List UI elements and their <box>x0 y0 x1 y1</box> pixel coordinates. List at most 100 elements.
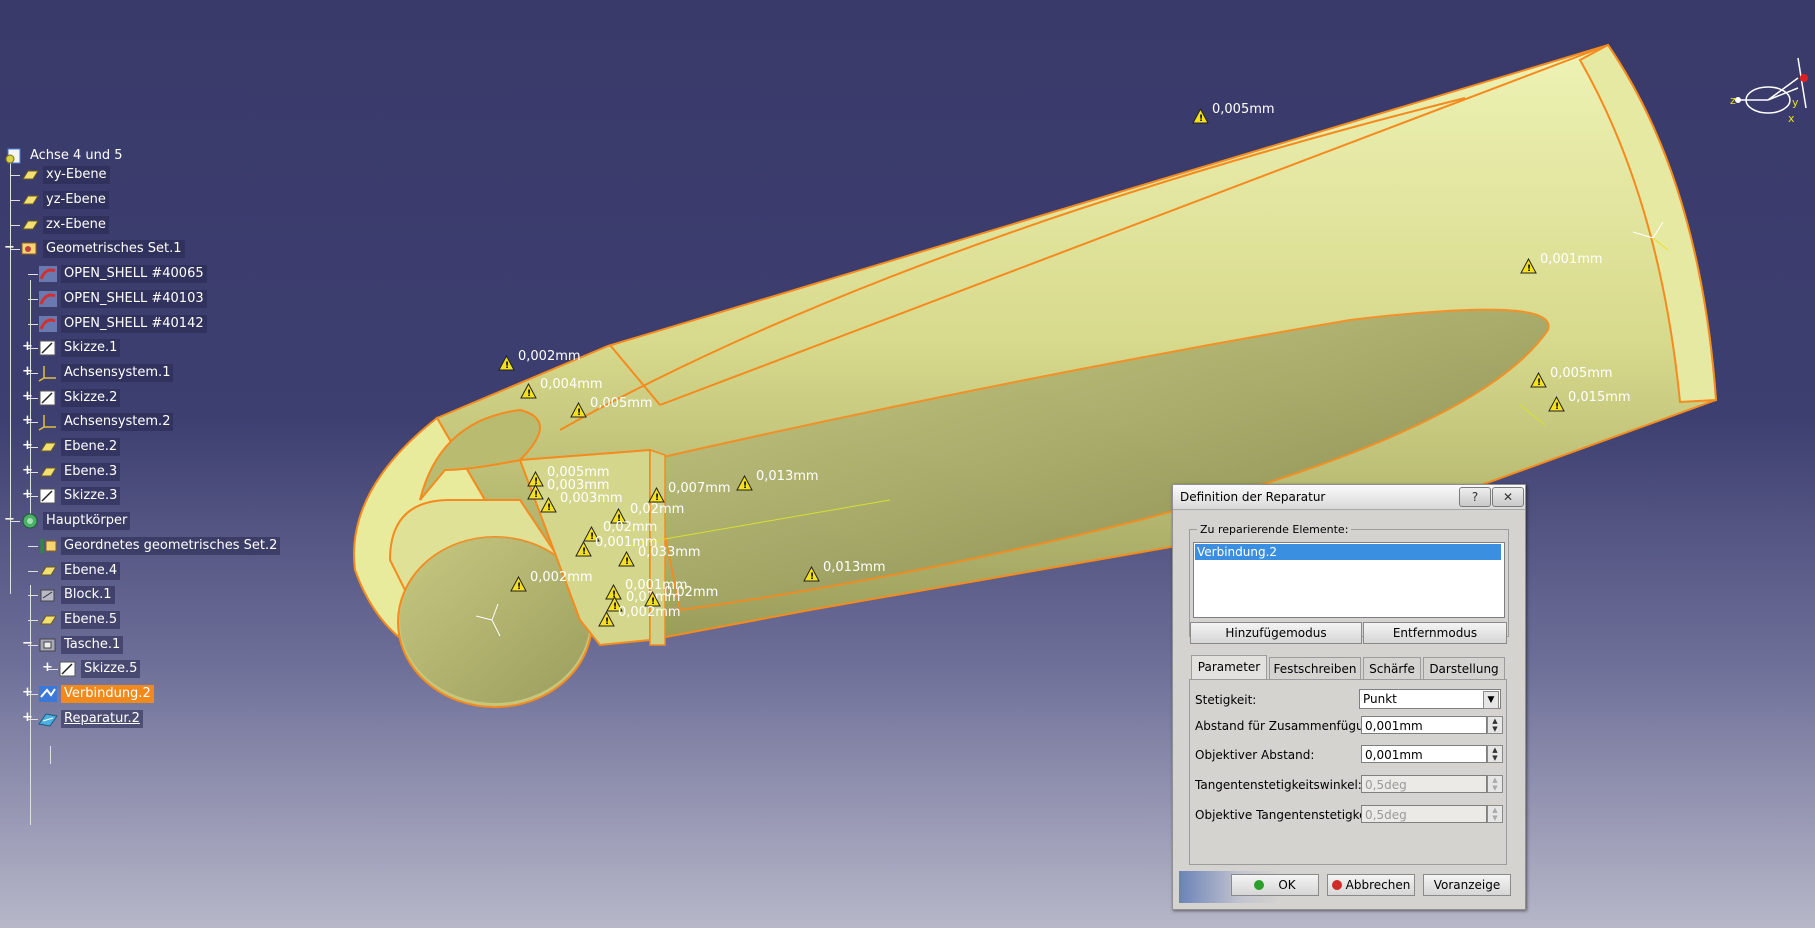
specification-tree[interactable]: Achse 4 und 5 xy-Ebene yz-Ebene zx-Ebene Ge… <box>0 140 300 830</box>
healing-definition-dialog[interactable]: Definition der Reparatur ? ✕ Zu reparier… <box>1172 484 1526 910</box>
add-mode-button[interactable]: Hinzufügemodus <box>1190 622 1362 644</box>
expand-icon[interactable]: + <box>22 686 33 699</box>
deviation-label: 0,005mm <box>1550 366 1613 381</box>
warning-icon[interactable]: ! <box>510 575 527 592</box>
warning-icon[interactable]: ! <box>498 354 515 371</box>
tree-item-tasche-1[interactable]: Tasche.1 <box>38 635 124 655</box>
expand-icon[interactable]: + <box>22 340 33 353</box>
warning-icon[interactable]: ! <box>1548 395 1565 412</box>
tree-item-label[interactable]: Skizze.1 <box>61 339 121 357</box>
tree-item-skizze-3[interactable]: Skizze.3 <box>38 486 121 506</box>
tree-item-label[interactable]: yz-Ebene <box>43 191 109 209</box>
tree-item-zx-ebene[interactable]: zx-Ebene <box>20 215 109 235</box>
compass-widget[interactable]: z y x <box>1728 48 1808 128</box>
tree-item-ebene-3[interactable]: Ebene.3 <box>38 462 121 482</box>
warning-icon[interactable]: ! <box>648 486 665 503</box>
dialog-title-bar[interactable]: Definition der Reparatur ? ✕ <box>1173 485 1525 510</box>
expand-icon[interactable]: + <box>22 414 33 427</box>
dropdown-arrow-icon[interactable]: ▼ <box>1483 691 1499 709</box>
tree-item-label[interactable]: Ebene.4 <box>61 562 121 580</box>
tree-item-ebene-4[interactable]: Ebene.4 <box>38 561 121 581</box>
tree-item-label[interactable]: xy-Ebene <box>43 166 110 184</box>
tree-item-label[interactable]: Tasche.1 <box>61 636 124 654</box>
warning-icon[interactable]: ! <box>520 382 537 399</box>
cancel-button[interactable]: Abbrechen <box>1327 874 1415 896</box>
tree-item-yz-ebene[interactable]: yz-Ebene <box>20 190 109 210</box>
help-button[interactable]: ? <box>1459 487 1491 507</box>
collapse-icon[interactable]: − <box>22 637 33 650</box>
tree-item-xy-ebene[interactable]: xy-Ebene <box>20 165 110 185</box>
tree-item-label[interactable]: Reparatur.2 <box>61 710 143 728</box>
tree-item-verbindung-2[interactable]: Verbindung.2 <box>38 684 154 704</box>
tree-item-label[interactable]: zx-Ebene <box>43 216 109 234</box>
tree-item-label[interactable]: OPEN_SHELL #40142 <box>61 315 207 333</box>
expand-icon[interactable]: + <box>22 390 33 403</box>
tree-item-achsensystem-2[interactable]: Achsensystem.2 <box>38 412 174 432</box>
tree-item-geordnetes-geometrisches-set-2[interactable]: Geordnetes geometrisches Set.2 <box>38 536 281 556</box>
expand-icon[interactable]: + <box>22 464 33 477</box>
tree-item-skizze-1[interactable]: Skizze.1 <box>38 338 121 358</box>
tab-darstellung[interactable]: Darstellung <box>1423 657 1505 680</box>
tree-item-label[interactable]: Skizze.3 <box>61 487 121 505</box>
continuity-select[interactable]: Punkt ▼ <box>1359 689 1501 709</box>
tree-item-reparatur-2[interactable]: Reparatur.2 <box>38 709 143 729</box>
tab-festschreiben[interactable]: Festschreiben <box>1269 657 1361 680</box>
merge-distance-field[interactable]: 0,001mm <box>1361 716 1487 734</box>
tab-schaerfe[interactable]: Schärfe <box>1363 657 1421 680</box>
target-distance-field[interactable]: 0,001mm <box>1361 745 1487 763</box>
tree-item-block-1[interactable]: Block.1 <box>38 585 115 605</box>
tree-item-hauptkörper[interactable]: Hauptkörper <box>20 511 131 531</box>
warning-icon[interactable]: ! <box>598 610 615 627</box>
tree-item-label[interactable]: Geometrisches Set.1 <box>43 240 185 258</box>
tree-item-open-shell-40142[interactable]: OPEN_SHELL #40142 <box>38 314 207 334</box>
target-distance-stepper[interactable]: ▲ ▼ <box>1487 745 1503 763</box>
ok-button[interactable]: OK <box>1231 874 1319 896</box>
warning-icon[interactable]: ! <box>1530 371 1547 388</box>
tree-item-label[interactable]: OPEN_SHELL #40103 <box>61 290 207 308</box>
tree-item-geometrisches-set-1[interactable]: Geometrisches Set.1 <box>20 239 185 259</box>
collapse-icon[interactable]: − <box>4 513 15 526</box>
tree-item-label[interactable]: Ebene.3 <box>61 463 121 481</box>
collapse-icon[interactable]: − <box>4 241 15 254</box>
tree-item-label[interactable]: OPEN_SHELL #40065 <box>61 265 207 283</box>
expand-icon[interactable]: + <box>22 365 33 378</box>
merge-distance-stepper[interactable]: ▲ ▼ <box>1487 716 1503 734</box>
tree-item-ebene-2[interactable]: Ebene.2 <box>38 437 121 457</box>
tree-item-label[interactable]: Hauptkörper <box>43 512 131 530</box>
tree-item-ebene-5[interactable]: Ebene.5 <box>38 610 121 630</box>
warning-icon[interactable]: ! <box>803 565 820 582</box>
tree-item-achsensystem-1[interactable]: Achsensystem.1 <box>38 363 174 383</box>
elements-list[interactable]: Verbindung.2 <box>1193 542 1505 618</box>
tree-item-label[interactable]: Ebene.5 <box>61 611 121 629</box>
warning-icon[interactable]: ! <box>1192 107 1209 124</box>
expand-icon[interactable]: + <box>22 488 33 501</box>
tree-item-label[interactable]: Achsensystem.1 <box>61 364 174 382</box>
tree-item-open-shell-40065[interactable]: OPEN_SHELL #40065 <box>38 264 207 284</box>
tree-item-label[interactable]: Skizze.5 <box>81 660 141 678</box>
close-button[interactable]: ✕ <box>1492 487 1524 507</box>
tree-item-label[interactable]: Ebene.2 <box>61 438 121 456</box>
expand-icon[interactable]: + <box>22 439 33 452</box>
warning-icon[interactable]: ! <box>540 496 557 513</box>
tree-item-label[interactable]: Block.1 <box>61 586 115 604</box>
tab-parameter[interactable]: Parameter <box>1191 655 1267 680</box>
tree-root-label[interactable]: Achse 4 und 5 <box>27 147 126 165</box>
tree-item-label[interactable]: Achsensystem.2 <box>61 413 174 431</box>
tree-item-label[interactable]: Skizze.2 <box>61 389 121 407</box>
warning-icon[interactable]: ! <box>570 401 587 418</box>
remove-mode-button[interactable]: Entfernmodus <box>1363 622 1507 644</box>
tree-item-label[interactable]: Verbindung.2 <box>61 685 154 703</box>
warning-icon[interactable]: ! <box>618 550 635 567</box>
warning-icon[interactable]: ! <box>575 540 592 557</box>
expand-icon[interactable]: + <box>42 661 53 674</box>
preview-button[interactable]: Voranzeige <box>1423 874 1511 896</box>
expand-icon[interactable]: + <box>22 711 33 724</box>
tree-item-skizze-2[interactable]: Skizze.2 <box>38 388 121 408</box>
warning-icon[interactable]: ! <box>736 474 753 491</box>
list-item[interactable]: Verbindung.2 <box>1195 544 1501 560</box>
tree-item-skizze-5[interactable]: Skizze.5 <box>58 659 141 679</box>
tree-item-open-shell-40103[interactable]: OPEN_SHELL #40103 <box>38 289 207 309</box>
tree-root[interactable]: Achse 4 und 5 <box>4 146 126 166</box>
tree-item-label[interactable]: Geordnetes geometrisches Set.2 <box>61 537 281 555</box>
warning-icon[interactable]: ! <box>1520 257 1537 274</box>
